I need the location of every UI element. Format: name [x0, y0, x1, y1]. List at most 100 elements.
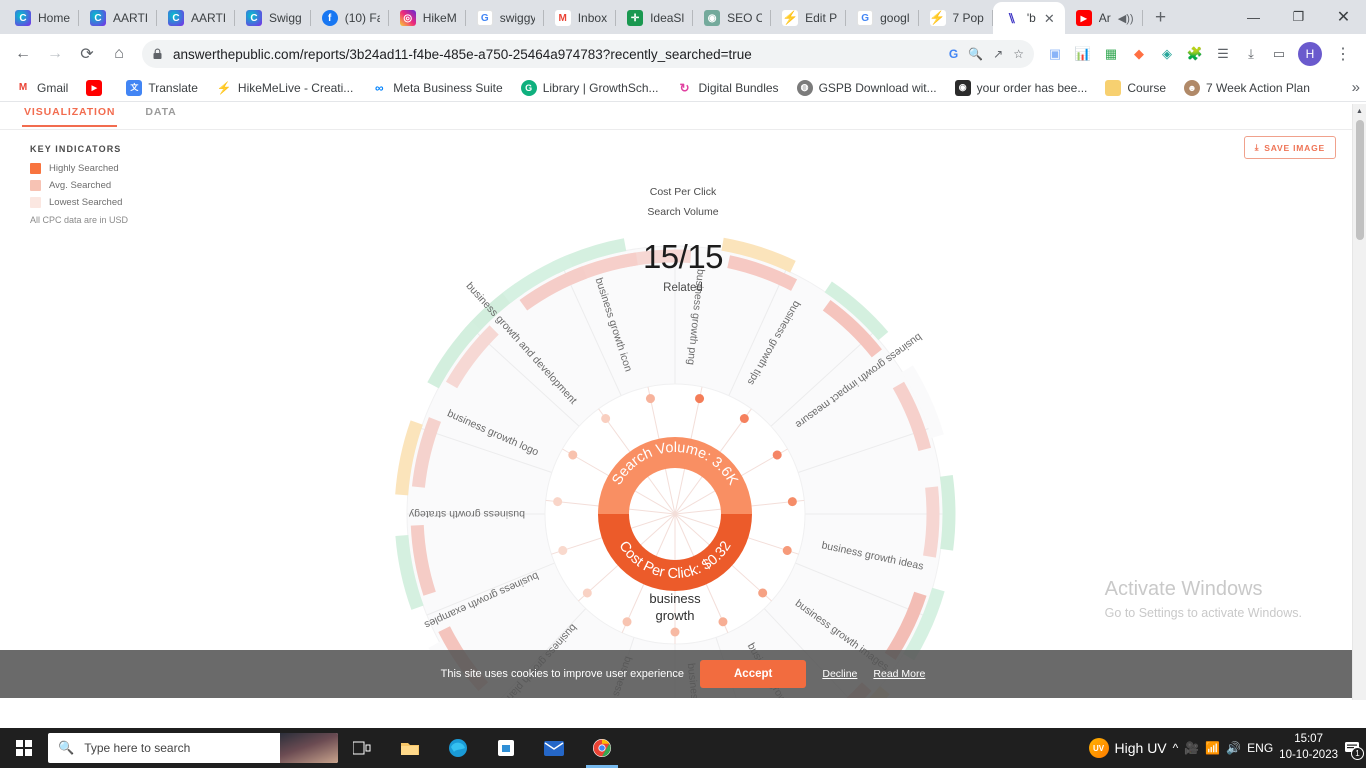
wifi-icon[interactable]: 📶 [1205, 741, 1220, 755]
tab-title: Home [38, 11, 71, 25]
tab-title: Swigg [269, 11, 302, 25]
close-icon[interactable]: ✕ [1043, 12, 1056, 25]
browser-tab[interactable]: ✛ IdeaSl [616, 2, 694, 34]
read-more-link[interactable]: Read More [873, 668, 925, 680]
bookmarks-bar: M Gmail ▶ 文 Translate ⚡ HikeMeLive - Cre… [0, 74, 1366, 102]
browser-tab[interactable]: ◎ HikeM [389, 2, 466, 34]
browser-tab[interactable]: C Home [4, 2, 80, 34]
reading-list-icon[interactable]: ☰ [1210, 41, 1236, 67]
browser-tab-strip: C Home C AARTI C AARTI C Swigg f (10) Fa… [0, 0, 1366, 34]
related-count: 15/15 [642, 238, 724, 275]
address-bar[interactable]: answerthepublic.com/reports/3b24ad11-f4b… [142, 40, 1034, 68]
star-icon[interactable]: ☆ [1013, 47, 1024, 61]
translate-icon: 文 [126, 79, 143, 96]
window-close-button[interactable]: ✕ [1321, 0, 1366, 34]
tab-title: AARTI [191, 11, 227, 25]
home-button[interactable]: ⌂ [104, 39, 134, 69]
chrome-menu-button[interactable]: ⋮ [1328, 39, 1358, 69]
chrome-icon[interactable] [578, 728, 626, 768]
volume-icon[interactable]: 🔊 [1226, 741, 1241, 755]
chart-extension-icon[interactable]: 📊 [1070, 41, 1096, 67]
avatar[interactable]: H [1298, 42, 1322, 66]
bookmark-item[interactable]: ∞ Meta Business Suite [364, 77, 509, 99]
file-explorer-icon[interactable] [386, 728, 434, 768]
bookmark-item[interactable]: ☻ 7 Week Action Plan [1177, 77, 1317, 99]
bookmark-item[interactable]: ◍ GSPB Download wit... [790, 77, 944, 99]
bookmark-item[interactable]: ◉ your order has bee... [948, 77, 1095, 99]
growthschool-icon: G [520, 79, 537, 96]
browser-tab[interactable]: G swiggy [466, 2, 544, 34]
clock[interactable]: 15:07 10-10-2023 [1279, 732, 1338, 763]
edge-icon[interactable] [434, 728, 482, 768]
browser-tab[interactable]: C AARTI [157, 2, 236, 34]
bookmark-item[interactable]: M Gmail [8, 77, 75, 99]
language-indicator[interactable]: ENG [1247, 741, 1273, 755]
canva-icon: C [15, 10, 31, 26]
bookmark-label: Digital Bundles [698, 80, 779, 95]
clock-time: 15:07 [1294, 733, 1323, 746]
windows-taskbar: 🔍 Type here to search UV High UV ^ 🎥 📶 🔊… [0, 728, 1366, 768]
downloads-icon[interactable]: ⤓ [1238, 41, 1264, 67]
browser-tab[interactable]: C Swigg [235, 2, 311, 34]
accept-cookies-button[interactable]: Accept [700, 660, 807, 688]
green-extension-icon[interactable]: ▦ [1098, 41, 1124, 67]
cookie-text: This site uses cookies to improve user e… [440, 668, 684, 680]
bookmark-item[interactable]: Course [1098, 77, 1173, 99]
scrollbar-thumb[interactable] [1356, 120, 1364, 240]
bookmark-label: Translate [148, 80, 198, 95]
tab-title: 'b [1026, 11, 1036, 25]
canva-icon: C [246, 10, 263, 26]
bookmark-item[interactable]: ↻ Digital Bundles [670, 77, 786, 99]
bookmark-item[interactable]: ▶ [79, 77, 115, 99]
maximize-button[interactable]: ❐ [1276, 0, 1321, 34]
mute-icon[interactable]: ◀)) [1118, 12, 1134, 25]
puzzle-icon[interactable]: 🧩 [1182, 41, 1208, 67]
search-icon[interactable]: 🔍 [968, 47, 983, 61]
taskbar-search[interactable]: 🔍 Type here to search [48, 733, 338, 763]
reload-button[interactable]: ⟳ [72, 39, 102, 69]
puzzle-extension-icon[interactable]: ▣ [1042, 41, 1068, 67]
task-view-icon[interactable] [338, 728, 386, 768]
back-button[interactable]: ← [8, 39, 38, 69]
tab-title: (10) Fa [344, 11, 380, 25]
teal-extension-icon[interactable]: ◈ [1154, 41, 1180, 67]
bookmarks-overflow-button[interactable]: » [1352, 79, 1360, 96]
page-scrollbar[interactable]: ▲ [1352, 104, 1366, 700]
browser-tab[interactable]: f (10) Fa [311, 2, 389, 34]
chevron-up-icon[interactable]: ^ [1173, 741, 1179, 755]
share-icon[interactable]: ↗ [993, 47, 1003, 61]
browser-tab[interactable]: C AARTI [79, 2, 158, 34]
bookmark-item[interactable]: 文 Translate [119, 77, 205, 99]
bookmark-item[interactable]: ⚡ HikeMeLive - Creati... [209, 77, 360, 99]
notification-center-icon[interactable]: 1 [1344, 740, 1364, 760]
browser-tab[interactable]: ▶ Ar ◀)) [1065, 2, 1143, 34]
url-text: answerthepublic.com/reports/3b24ad11-f4b… [173, 46, 752, 62]
uv-label[interactable]: High UV [1115, 740, 1167, 756]
mail-icon[interactable] [530, 728, 578, 768]
camera-icon[interactable]: 🎥 [1184, 741, 1199, 755]
scroll-up-arrow[interactable]: ▲ [1353, 104, 1366, 118]
new-tab-button[interactable]: + [1147, 4, 1175, 32]
browser-tab[interactable]: ⚡ Edit P [771, 2, 847, 34]
bookmark-label: Course [1127, 80, 1167, 95]
ideas-icon: ✛ [627, 10, 644, 26]
start-button[interactable] [0, 728, 48, 768]
browser-tab[interactable]: ⚡ 7 Pop [919, 2, 993, 34]
tab-title: googl [880, 11, 910, 25]
orange-extension-icon[interactable]: ◆ [1126, 41, 1152, 67]
cortana-image [280, 733, 338, 763]
sidepanel-icon[interactable]: ▭ [1266, 41, 1292, 67]
browser-tab[interactable]: G googl [846, 2, 919, 34]
forward-button[interactable]: → [40, 39, 70, 69]
decline-cookies-link[interactable]: Decline [822, 668, 857, 680]
browser-tab[interactable]: M Inbox [544, 2, 617, 34]
minimize-button[interactable]: — [1231, 0, 1276, 34]
dark-icon: ◉ [954, 79, 971, 96]
browser-tab[interactable]: ◉ SEO C [693, 2, 772, 34]
browser-tab-active[interactable]: ⑊ 'b ✕ [992, 2, 1065, 34]
youtube-icon: ▶ [86, 79, 103, 96]
chatgpt-icon: ◉ [704, 10, 721, 26]
google-icon[interactable]: G [949, 47, 958, 61]
store-icon[interactable] [482, 728, 530, 768]
bookmark-item[interactable]: G Library | GrowthSch... [514, 77, 666, 99]
